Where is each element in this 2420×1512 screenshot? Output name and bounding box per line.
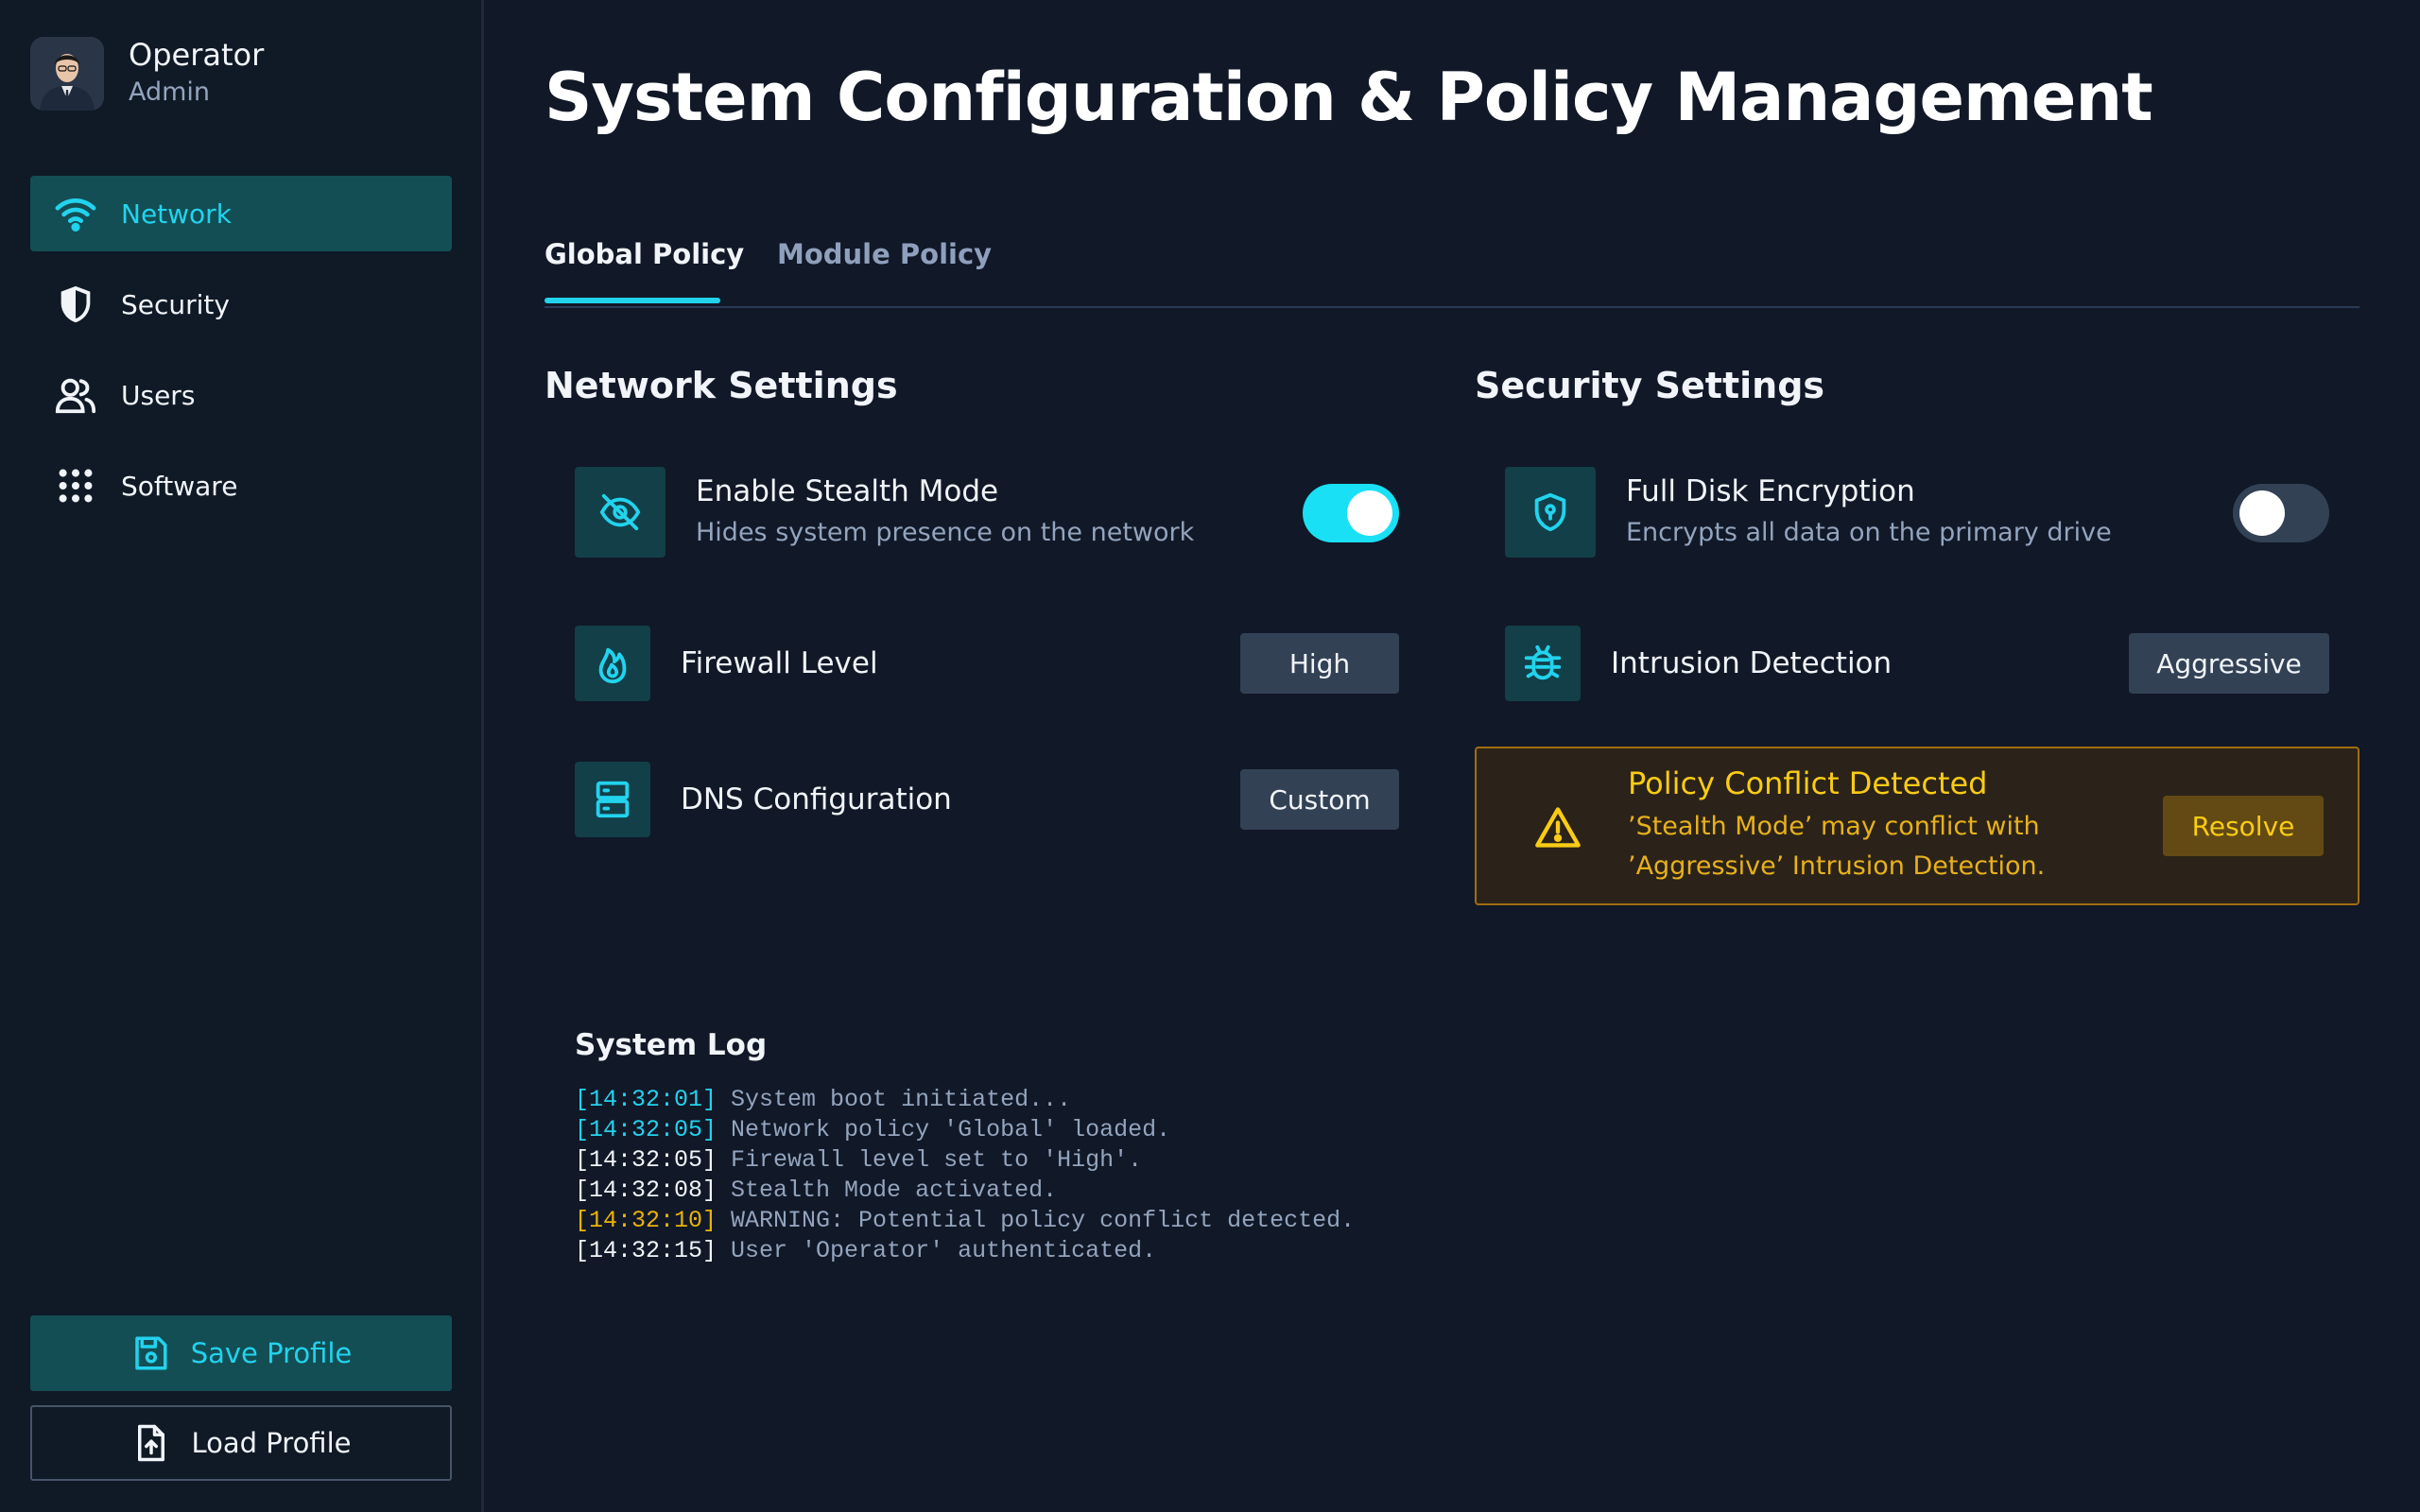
log-message: System boot initiated... [717, 1086, 1072, 1113]
log-message: WARNING: Potential policy conflict detec… [717, 1207, 1356, 1234]
sidebar-item-software[interactable]: Software [30, 448, 452, 524]
user-profile[interactable]: Operator Admin [30, 36, 264, 112]
intrusion-detection-label: Intrusion Detection [1611, 646, 1893, 680]
log-message: Network policy 'Global' loaded. [717, 1116, 1171, 1143]
stealth-mode-label: Enable Stealth Mode [696, 474, 999, 508]
wifi-icon [53, 191, 98, 236]
file-upload-icon [137, 1424, 164, 1462]
intrusion-detection-select[interactable]: Aggressive [2129, 633, 2329, 694]
security-settings-title: Security Settings [1475, 365, 1825, 406]
dns-configuration-text: DNS Configuration [681, 779, 952, 820]
bug-icon [1505, 626, 1581, 701]
system-log-title: System Log [575, 1028, 768, 1062]
log-message: Stealth Mode activated. [717, 1177, 1058, 1204]
sidebar-item-label: Users [121, 379, 196, 411]
log-timestamp: [14:32:15] [575, 1237, 717, 1264]
log-message: Firewall level set to 'High'. [717, 1146, 1143, 1174]
floppy-disk-icon [134, 1336, 167, 1370]
toggle-knob [2239, 490, 2285, 536]
log-entry: [14:32:10] WARNING: Potential policy con… [575, 1206, 1355, 1236]
profile-text: Operator Admin [129, 36, 264, 112]
active-tab-indicator [544, 298, 720, 303]
avatar [30, 37, 104, 111]
page-title: System Configuration & Policy Management [544, 59, 2153, 136]
sidebar-item-label: Security [121, 288, 230, 320]
save-profile-button[interactable]: Save Profile [30, 1315, 452, 1391]
disk-encryption-description: Encrypts all data on the primary drive [1626, 518, 2112, 547]
stealth-mode-text: Enable Stealth Mode Hides system presenc… [696, 471, 1194, 554]
tab-module-policy[interactable]: Module Policy [777, 238, 992, 270]
sidebar-item-label: Software [121, 470, 238, 502]
intrusion-detection-text: Intrusion Detection [1611, 643, 1892, 684]
firewall-level-text: Firewall Level [681, 643, 878, 684]
server-icon [575, 762, 650, 837]
load-profile-button[interactable]: Load Profile [30, 1405, 452, 1481]
alert-message-line: ’Aggressive’ Intrusion Detection. [1628, 851, 2046, 881]
users-icon [53, 372, 98, 418]
log-entry: [14:32:15] User 'Operator' authenticated… [575, 1236, 1355, 1266]
firewall-level-label: Firewall Level [681, 646, 878, 680]
alert-message-line: ’Stealth Mode’ may conflict with [1628, 812, 2040, 841]
shield-lock-icon [1505, 467, 1596, 558]
dns-configuration-select[interactable]: Custom [1240, 769, 1399, 830]
grid-dots-icon [53, 463, 98, 508]
log-timestamp: [14:32:08] [575, 1177, 717, 1204]
fire-icon [575, 626, 650, 701]
save-profile-label: Save Profile [190, 1337, 353, 1369]
firewall-level-select[interactable]: High [1240, 633, 1399, 694]
load-profile-label: Load Profile [191, 1427, 352, 1459]
log-entry: [14:32:05] Firewall level set to 'High'. [575, 1145, 1355, 1176]
eye-slash-icon [575, 467, 666, 558]
sidebar-item-network[interactable]: Network [30, 176, 452, 251]
sidebar-item-label: Network [121, 198, 232, 230]
app-window: Operator Admin Network Security Users So… [0, 0, 2420, 1512]
log-message: User 'Operator' authenticated. [717, 1237, 1157, 1264]
main-content: System Configuration & Policy Management… [484, 0, 2420, 1512]
log-timestamp: [14:32:10] [575, 1207, 717, 1234]
policy-conflict-alert: Policy Conflict Detected ’Stealth Mode’ … [1475, 747, 2360, 905]
disk-encryption-toggle[interactable] [2233, 484, 2329, 542]
tab-bar: Global Policy Module Policy [544, 223, 2360, 308]
log-timestamp: [14:32:05] [575, 1146, 717, 1174]
tab-global-policy[interactable]: Global Policy [544, 238, 744, 270]
log-entry: [14:32:05] Network policy 'Global' loade… [575, 1115, 1355, 1145]
stealth-mode-description: Hides system presence on the network [696, 518, 1195, 547]
log-timestamp: [14:32:01] [575, 1086, 717, 1113]
toggle-knob [1347, 490, 1392, 536]
stealth-mode-toggle[interactable] [1303, 484, 1399, 542]
disk-encryption-setting: Full Disk Encryption Encrypts all data o… [1505, 467, 2112, 558]
sidebar-item-users[interactable]: Users [30, 357, 452, 433]
sidebar-item-security[interactable]: Security [30, 266, 452, 342]
alert-title: Policy Conflict Detected [1628, 765, 1988, 801]
warning-triangle-icon [1535, 807, 1581, 848]
user-role: Admin [129, 77, 211, 107]
intrusion-detection-setting: Intrusion Detection [1505, 626, 1892, 701]
user-name: Operator [129, 37, 265, 73]
disk-encryption-label: Full Disk Encryption [1626, 474, 1915, 508]
log-entry: [14:32:08] Stealth Mode activated. [575, 1176, 1355, 1206]
log-entry: [14:32:01] System boot initiated... [575, 1085, 1355, 1115]
log-timestamp: [14:32:05] [575, 1116, 717, 1143]
disk-encryption-text: Full Disk Encryption Encrypts all data o… [1626, 471, 2112, 554]
firewall-level-setting: Firewall Level [575, 626, 878, 701]
shield-icon [53, 282, 98, 327]
alert-message: ’Stealth Mode’ may conflict with ’Aggres… [1628, 807, 2157, 886]
network-settings-title: Network Settings [544, 365, 898, 406]
system-log: [14:32:01] System boot initiated... [14:… [575, 1085, 1355, 1266]
sidebar-nav: Network Security Users Software [30, 176, 452, 539]
dns-configuration-setting: DNS Configuration [575, 762, 952, 837]
stealth-mode-setting: Enable Stealth Mode Hides system presenc… [575, 467, 1194, 558]
dns-configuration-label: DNS Configuration [681, 782, 952, 816]
resolve-button[interactable]: Resolve [2163, 796, 2324, 856]
sidebar: Operator Admin Network Security Users So… [0, 0, 484, 1512]
